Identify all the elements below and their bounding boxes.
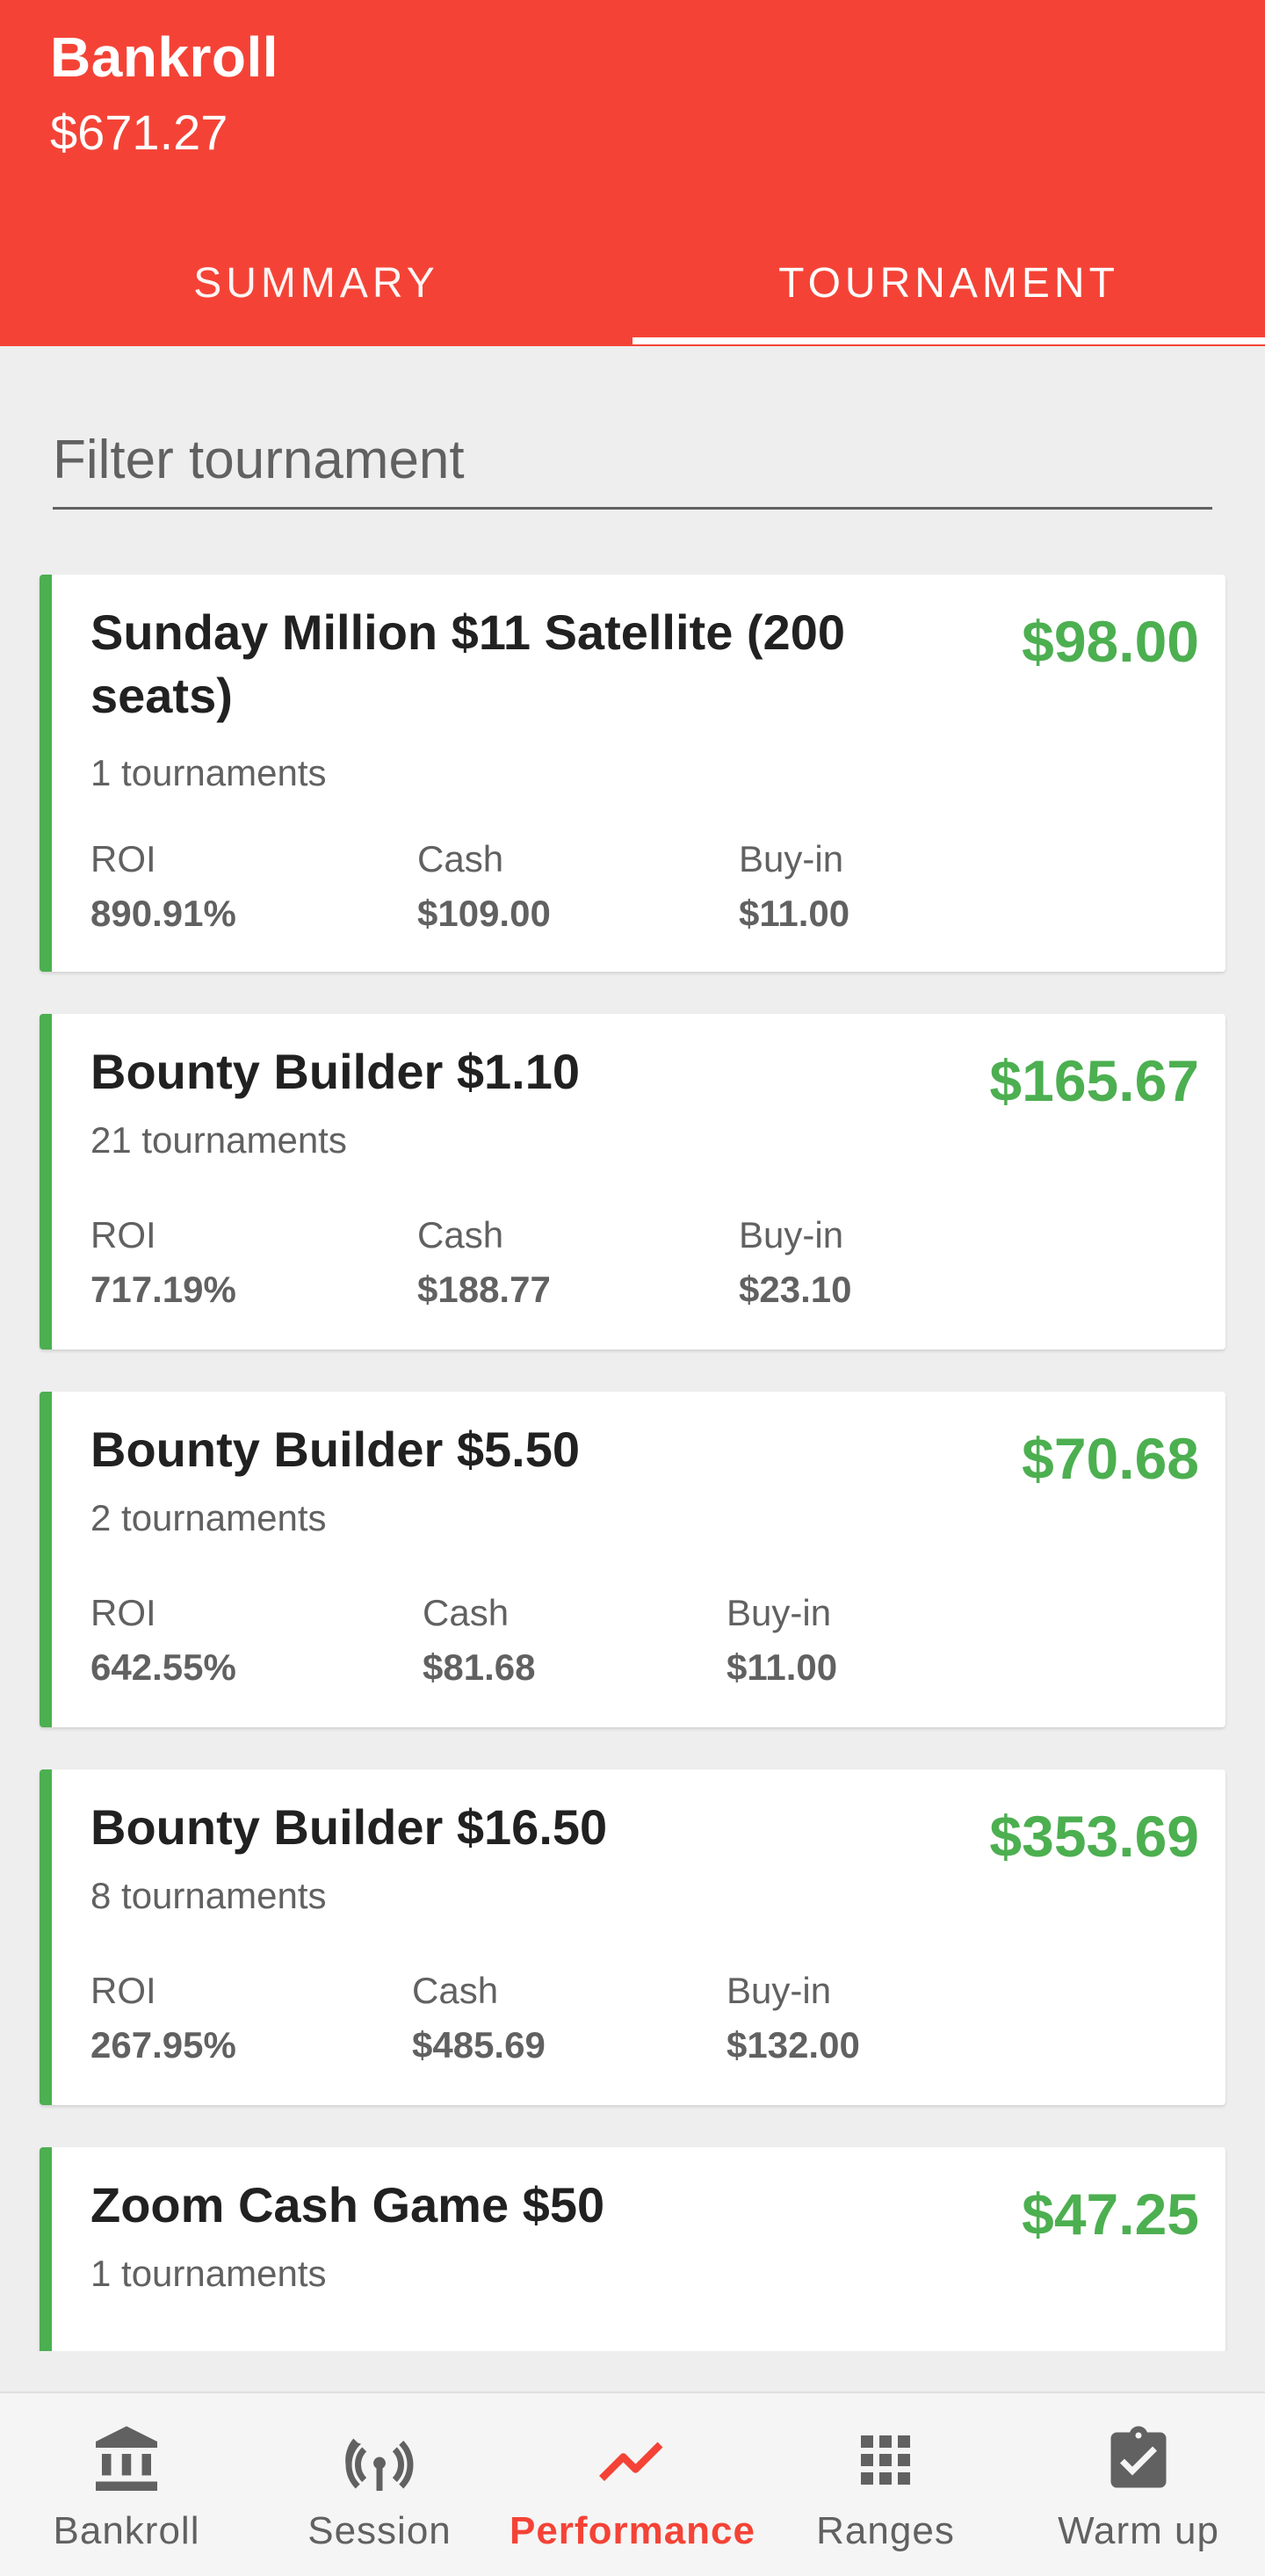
tournament-profit: $98.00 [1022,609,1199,674]
buyin-label: Buy-in [739,1214,844,1255]
cash-value: $81.68 [423,1646,536,1688]
roi-value: 890.91% [90,893,236,934]
trending-up-icon [596,2423,669,2497]
buyin-value: $23.10 [739,1269,852,1310]
roi-value: 267.95% [90,2024,236,2066]
roi-label: ROI [90,1970,156,2011]
tournament-card[interactable]: Bounty Builder $16.50 8 tournaments $353… [40,1769,1225,2105]
cash-stat: Cash $188.77 [417,1214,551,1311]
page-title: Bankroll [50,25,279,89]
buyin-stat: Buy-in $132.00 [726,1970,860,2066]
buyin-label: Buy-in [726,1592,832,1633]
buyin-value: $132.00 [726,2024,860,2066]
nav-label: Bankroll [53,2509,200,2552]
roi-value: 717.19% [90,1269,236,1310]
grid-icon [849,2423,922,2497]
cash-value: $188.77 [417,1269,551,1310]
cash-stat: Cash [412,2348,498,2351]
nav-performance[interactable]: Performance [506,2393,759,2576]
roi-stat: ROI 717.19% [90,1214,236,1311]
cash-value: $109.00 [417,893,551,934]
tournament-name: Sunday Million $11 Satellite (200 seats) [90,604,845,723]
tournament-count: 1 tournaments [90,2253,327,2294]
tournament-count: 21 tournaments [90,1119,347,1161]
nav-session[interactable]: Session [253,2393,506,2576]
roi-stat: ROI 890.91% [90,838,236,935]
nav-label: Warm up [1058,2509,1219,2552]
roi-stat: ROI 267.95% [90,1970,236,2066]
buyin-label: Buy-in [716,2348,820,2351]
tournament-count: 1 tournaments [90,752,327,793]
tab-indicator [632,337,1265,344]
roi-stat: ROI 642.55% [90,1592,236,1689]
nav-ranges[interactable]: Ranges [759,2393,1012,2576]
roi-label: ROI [90,838,156,879]
buyin-value: $11.00 [739,893,850,934]
tournament-count: 2 tournaments [90,1497,327,1538]
clipboard-check-icon [1102,2423,1175,2497]
buyin-label: Buy-in [726,1970,832,2011]
buyin-stat: Buy-in [716,2348,820,2351]
cash-label: Cash [417,1214,504,1255]
bottom-navigation: Bankroll Session Performance Ranges Warm… [0,2391,1265,2576]
tournament-profit: $47.25 [1022,2182,1199,2247]
tournament-name: Bounty Builder $1.10 [90,1044,581,1099]
cash-label: Cash [423,1592,510,1633]
tournament-name: Bounty Builder $16.50 [90,1799,608,1855]
roi-stat: ROI [90,2348,156,2351]
tournament-count: 8 tournaments [90,1875,327,1916]
nav-label: Session [307,2509,452,2552]
tab-bar: SUMMARY TOURNAMENT [0,220,1265,346]
cash-label: Cash [412,1970,499,2011]
tournament-name: Bounty Builder $5.50 [90,1422,581,1477]
cash-label: Cash [417,838,504,879]
buyin-stat: Buy-in $11.00 [726,1592,837,1689]
bankroll-amount: $671.27 [50,105,228,160]
tournament-card[interactable]: Bounty Builder $1.10 21 tournaments $165… [40,1014,1225,1350]
filter-tournament-input[interactable]: Filter tournament [53,413,1212,510]
tournament-profit: $353.69 [989,1804,1199,1869]
roi-value: 642.55% [90,1646,236,1688]
buyin-stat: Buy-in $11.00 [739,838,849,935]
nav-bankroll[interactable]: Bankroll [0,2393,253,2576]
roi-label: ROI [90,1214,156,1255]
buyin-value: $11.00 [726,1646,838,1688]
cash-value: $485.69 [412,2024,546,2066]
tournament-profit: $70.68 [1022,1426,1199,1491]
tournament-profit: $165.67 [989,1048,1199,1113]
buyin-label: Buy-in [739,838,844,879]
roi-label: ROI [90,2348,156,2351]
tournament-card[interactable]: Zoom Cash Game $50 1 tournaments $47.25 … [40,2147,1225,2351]
roi-label: ROI [90,1592,156,1633]
tournament-list[interactable]: Sunday Million $11 Satellite (200 seats)… [0,562,1265,2351]
tab-summary[interactable]: SUMMARY [0,220,632,346]
tab-tournament[interactable]: TOURNAMENT [632,220,1265,346]
cash-stat: Cash $109.00 [417,838,551,935]
cash-stat: Cash $485.69 [412,1970,546,2066]
cash-label: Cash [412,2348,498,2351]
tournament-card[interactable]: Bounty Builder $5.50 2 tournaments $70.6… [40,1392,1225,1727]
cash-stat: Cash $81.68 [423,1592,535,1689]
buyin-stat: Buy-in $23.10 [739,1214,851,1311]
nav-label: Ranges [816,2509,955,2552]
app-bar: Bankroll $671.27 SUMMARY TOURNAMENT [0,0,1265,346]
nav-warm-up[interactable]: Warm up [1012,2393,1265,2576]
tournament-card[interactable]: Sunday Million $11 Satellite (200 seats)… [40,575,1225,972]
bank-icon [90,2423,163,2497]
broadcast-icon [343,2423,416,2497]
nav-label: Performance [509,2509,755,2552]
tournament-name: Zoom Cash Game $50 [90,2177,605,2232]
